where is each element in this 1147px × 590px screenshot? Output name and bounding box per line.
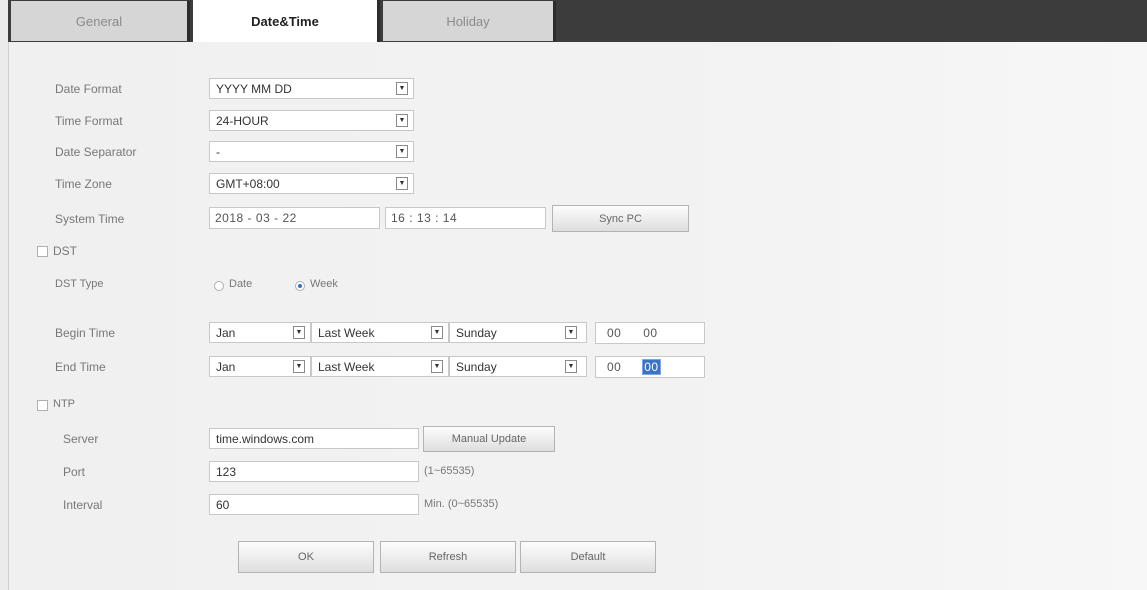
year-value: 2018 xyxy=(215,211,244,225)
tab-holiday-label: Holiday xyxy=(446,13,490,29)
end-day-dropdown-icon[interactable]: ▼ xyxy=(565,360,577,373)
date-format-label: Date Format xyxy=(55,82,122,96)
port-value: 123 xyxy=(216,465,237,479)
sync-pc-button[interactable]: Sync PC xyxy=(552,205,689,232)
hour-value: 16 xyxy=(391,211,406,225)
tab-date-time-label: Date&Time xyxy=(251,13,319,29)
default-button[interactable]: Default xyxy=(520,541,656,573)
ok-label: OK xyxy=(298,551,314,563)
manual-update-button[interactable]: Manual Update xyxy=(423,426,555,452)
dst-type-date-radio[interactable] xyxy=(214,281,224,291)
ntp-label: NTP xyxy=(53,398,75,410)
time-zone-select[interactable]: GMT+08:00 xyxy=(209,173,414,194)
end-month-dropdown-icon[interactable]: ▼ xyxy=(293,360,305,373)
time-format-select[interactable]: 24-HOUR xyxy=(209,110,414,131)
date-sep: - xyxy=(247,211,253,225)
end-month-value: Jan xyxy=(216,360,236,374)
end-day-value: Sunday xyxy=(456,360,497,374)
dst-type-date-label: Date xyxy=(229,278,253,290)
sync-pc-label: Sync PC xyxy=(599,212,642,225)
server-value: time.windows.com xyxy=(216,432,315,446)
ok-button[interactable]: OK xyxy=(238,541,374,573)
time-format-dropdown-icon[interactable]: ▼ xyxy=(396,114,408,127)
end-week-value: Last Week xyxy=(318,360,375,374)
date-separator-select[interactable]: - xyxy=(209,141,414,162)
date-format-dropdown-icon[interactable]: ▼ xyxy=(396,82,408,95)
time-format-value: 24-HOUR xyxy=(216,114,269,128)
time-zone-dropdown-icon[interactable]: ▼ xyxy=(396,177,408,190)
begin-time-label: Begin Time xyxy=(55,326,116,340)
begin-week-value: Last Week xyxy=(318,326,375,340)
minute-value: 13 xyxy=(416,211,432,225)
month-value: 03 xyxy=(255,211,271,225)
begin-hour-value: 00 xyxy=(607,326,622,340)
begin-day-dropdown-icon[interactable]: ▼ xyxy=(565,326,577,339)
end-time-input[interactable]: 00 00 xyxy=(595,356,705,378)
time-format-label: Time Format xyxy=(55,114,123,128)
dst-checkbox[interactable] xyxy=(37,246,48,257)
date-separator-label: Date Separator xyxy=(55,145,137,159)
tab-bar: General Date&Time Holiday xyxy=(8,0,1147,42)
tab-general-label: General xyxy=(75,13,123,29)
begin-day-value: Sunday xyxy=(456,326,497,340)
tab-general[interactable]: General xyxy=(11,1,190,41)
system-time-label: System Time xyxy=(55,212,125,226)
system-date-input[interactable]: 2018 - 03 - 22 xyxy=(209,207,380,229)
server-input[interactable]: time.windows.com xyxy=(209,428,419,449)
day-value: 22 xyxy=(282,211,297,225)
tab-holiday[interactable]: Holiday xyxy=(383,1,556,41)
server-label: Server xyxy=(63,432,99,446)
date-format-select[interactable]: YYYY MM DD xyxy=(209,78,414,99)
time-sep: : xyxy=(435,211,439,225)
second-value: 14 xyxy=(442,211,458,225)
date-format-value: YYYY MM DD xyxy=(216,82,292,96)
begin-week-select[interactable]: Last Week xyxy=(311,322,449,343)
system-clock-input[interactable]: 16 : 13 : 14 xyxy=(385,207,546,229)
interval-label: Interval xyxy=(63,498,103,512)
end-time-label: End Time xyxy=(55,360,106,374)
begin-minute-value: 00 xyxy=(643,326,658,340)
manual-update-label: Manual Update xyxy=(451,433,527,445)
dst-label: DST xyxy=(53,244,77,258)
port-range-hint: (1~65535) xyxy=(424,465,475,477)
begin-month-dropdown-icon[interactable]: ▼ xyxy=(293,326,305,339)
port-input[interactable]: 123 xyxy=(209,461,419,482)
interval-range-hint: Min. (0~65535) xyxy=(424,498,499,510)
tab-date-time[interactable]: Date&Time xyxy=(193,0,380,42)
ntp-checkbox[interactable] xyxy=(37,400,48,411)
end-hour-value: 00 xyxy=(607,360,622,374)
dst-type-week-radio[interactable] xyxy=(295,281,305,291)
time-sep: : xyxy=(409,211,414,225)
port-label: Port xyxy=(63,465,86,479)
interval-input[interactable]: 60 xyxy=(209,494,419,515)
default-label: Default xyxy=(570,551,606,563)
begin-month-value: Jan xyxy=(216,326,236,340)
begin-week-dropdown-icon[interactable]: ▼ xyxy=(431,326,443,339)
begin-time-input[interactable]: 00 00 xyxy=(595,322,705,344)
settings-panel: Date Format YYYY MM DD ▼ Time Format 24-… xyxy=(8,42,1147,590)
date-separator-value: - xyxy=(216,145,220,159)
date-separator-dropdown-icon[interactable]: ▼ xyxy=(396,145,408,158)
end-week-select[interactable]: Last Week xyxy=(311,356,449,377)
refresh-label: Refresh xyxy=(428,551,468,563)
time-zone-value: GMT+08:00 xyxy=(216,177,280,191)
date-sep: - xyxy=(274,211,279,225)
end-minute-value[interactable]: 00 xyxy=(642,359,661,375)
dst-type-week-label: Week xyxy=(310,278,338,290)
refresh-button[interactable]: Refresh xyxy=(380,541,516,573)
interval-value: 60 xyxy=(216,498,230,512)
time-zone-label: Time Zone xyxy=(55,177,112,191)
dst-type-label: DST Type xyxy=(55,278,104,290)
end-week-dropdown-icon[interactable]: ▼ xyxy=(431,360,443,373)
